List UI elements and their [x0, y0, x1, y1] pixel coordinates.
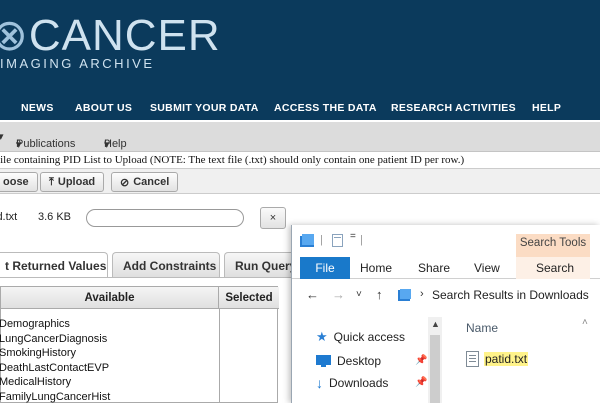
- desktop-icon: [316, 355, 331, 367]
- nav-research-activities[interactable]: RESEARCH ACTIVITIES: [391, 102, 516, 114]
- nav-help[interactable]: HELP: [532, 102, 561, 114]
- nav-quick-access-label: Quick access: [333, 330, 406, 344]
- pin-icon[interactable]: 📌: [415, 355, 427, 366]
- explorer-ribbon: File Home Share View Search: [292, 257, 600, 279]
- file-explorer-window: | = | Search Tools File Home Share View …: [291, 225, 600, 403]
- up-arrow-icon[interactable]: ↑: [376, 287, 383, 302]
- nav-about-us[interactable]: ABOUT US: [75, 102, 132, 114]
- upload-label: Upload: [57, 176, 96, 188]
- search-tools-label: Search Tools: [519, 237, 587, 249]
- column-divider: [219, 309, 220, 403]
- upload-note: File containing PID List to Upload (NOTE…: [0, 154, 465, 166]
- nav-submit-your-data[interactable]: SUBMIT YOUR DATA: [150, 102, 259, 114]
- upload-file-name: id.txt: [0, 211, 18, 223]
- scroll-up-icon[interactable]: ▲: [431, 319, 440, 329]
- remove-file-button[interactable]: ×: [260, 207, 286, 229]
- document-icon[interactable]: [332, 234, 344, 248]
- nav-access-the-data[interactable]: ACCESS THE DATA: [274, 102, 377, 114]
- quick-access-toolbar-dropdown-icon[interactable]: =: [350, 231, 356, 242]
- titlebar-divider: |: [320, 234, 323, 246]
- search-results-folder-icon: [398, 289, 411, 301]
- tab-select-returned-values[interactable]: t Returned Values: [0, 252, 108, 278]
- explorer-file-list: Name ˄ patid.txt: [442, 317, 600, 403]
- menu-publications-label: Publications: [16, 138, 76, 150]
- cancel-icon: ⊘: [120, 176, 130, 189]
- logo-subtitle: IMAGING ARCHIVE: [0, 56, 155, 71]
- file-name: patid.txt: [484, 352, 529, 366]
- star-icon: ★: [316, 329, 328, 344]
- nav-quick-access[interactable]: ★ Quick access: [316, 327, 405, 347]
- menu-caret-icon[interactable]: ▾: [0, 130, 4, 143]
- upload-file-size: 3.6 KB: [38, 211, 72, 223]
- site-nav: NEWS ABOUT US SUBMIT YOUR DATA ACCESS TH…: [0, 96, 600, 120]
- tab-add-constraints[interactable]: Add Constraints: [112, 252, 220, 278]
- upload-button[interactable]: ⤒ Upload: [40, 172, 105, 192]
- navigation-scrollbar[interactable]: ▲: [428, 317, 442, 403]
- nav-news[interactable]: NEWS: [21, 102, 54, 114]
- cancel-label: Cancel: [133, 176, 170, 188]
- explorer-address-bar: ← → ˅ ↑ › Search Results in Downloads: [292, 283, 600, 307]
- nav-desktop[interactable]: Desktop: [316, 351, 381, 371]
- upload-toolbar: oose ⤒ Upload ⊘ Cancel: [0, 168, 600, 194]
- logo-mark: ⊗: [0, 11, 29, 60]
- sort-chevron-icon: ˄: [582, 317, 588, 328]
- choose-button[interactable]: oose: [0, 172, 38, 192]
- ribbon-tab-home[interactable]: Home: [360, 261, 392, 275]
- list-item[interactable]: Demographics: [0, 317, 110, 332]
- nav-downloads[interactable]: ↓ Downloads: [316, 373, 388, 393]
- back-arrow-icon[interactable]: ←: [306, 287, 319, 302]
- navigation-pane: ★ Quick access Desktop 📌 ↓ Downloads 📌: [292, 317, 427, 403]
- column-available: Available: [1, 287, 219, 309]
- logo-word: CANCER: [28, 11, 221, 60]
- list-item[interactable]: SmokingHistory: [0, 346, 110, 361]
- ribbon-tab-share[interactable]: Share: [418, 261, 450, 275]
- upload-icon: ⤒: [49, 175, 54, 188]
- nav-desktop-label: Desktop: [337, 354, 382, 368]
- menubar: ▾ ^ Publications ▾ ? Help ▾: [0, 122, 600, 152]
- download-arrow-icon: ↓: [316, 375, 323, 391]
- text-file-icon: [466, 351, 479, 367]
- upload-progress-bar: [86, 209, 244, 227]
- choose-label: oose: [3, 176, 29, 188]
- chevron-down-icon: ▾: [104, 139, 110, 151]
- ribbon-tab-search[interactable]: Search: [536, 261, 574, 275]
- cancel-button[interactable]: ⊘ Cancel: [111, 172, 179, 192]
- nav-downloads-label: Downloads: [329, 376, 389, 390]
- breadcrumb-chevron-icon[interactable]: ›: [420, 288, 424, 300]
- returned-values-table: Available Selected Demographics LungCanc…: [0, 286, 279, 403]
- site-header: ⊗CANCER IMAGING ARCHIVE NEWS ABOUT US SU…: [0, 0, 600, 120]
- list-item[interactable]: DeathLastContactEVP: [0, 361, 110, 376]
- ribbon-tab-view[interactable]: View: [474, 261, 500, 275]
- list-item[interactable]: FamilyLungCancerHist: [0, 390, 110, 403]
- breadcrumb[interactable]: Search Results in Downloads: [432, 288, 589, 302]
- column-selected: Selected: [219, 287, 279, 309]
- pin-icon[interactable]: 📌: [415, 377, 427, 388]
- titlebar-divider-2: |: [360, 234, 363, 246]
- column-header-name[interactable]: Name: [466, 321, 498, 335]
- folder-icon: [300, 234, 314, 247]
- scroll-thumb[interactable]: [430, 335, 440, 403]
- forward-arrow-icon[interactable]: →: [332, 287, 345, 302]
- list-item[interactable]: MedicalHistory: [0, 375, 110, 390]
- recent-locations-chevron-icon[interactable]: ˅: [356, 289, 362, 300]
- file-item[interactable]: patid.txt: [466, 349, 529, 369]
- ribbon-tab-file[interactable]: File: [300, 257, 350, 279]
- chevron-down-icon: ▾: [16, 139, 22, 151]
- available-list: Demographics LungCancerDiagnosis Smoking…: [0, 317, 110, 403]
- site-logo[interactable]: ⊗CANCER: [0, 14, 221, 58]
- list-item[interactable]: LungCancerDiagnosis: [0, 332, 110, 347]
